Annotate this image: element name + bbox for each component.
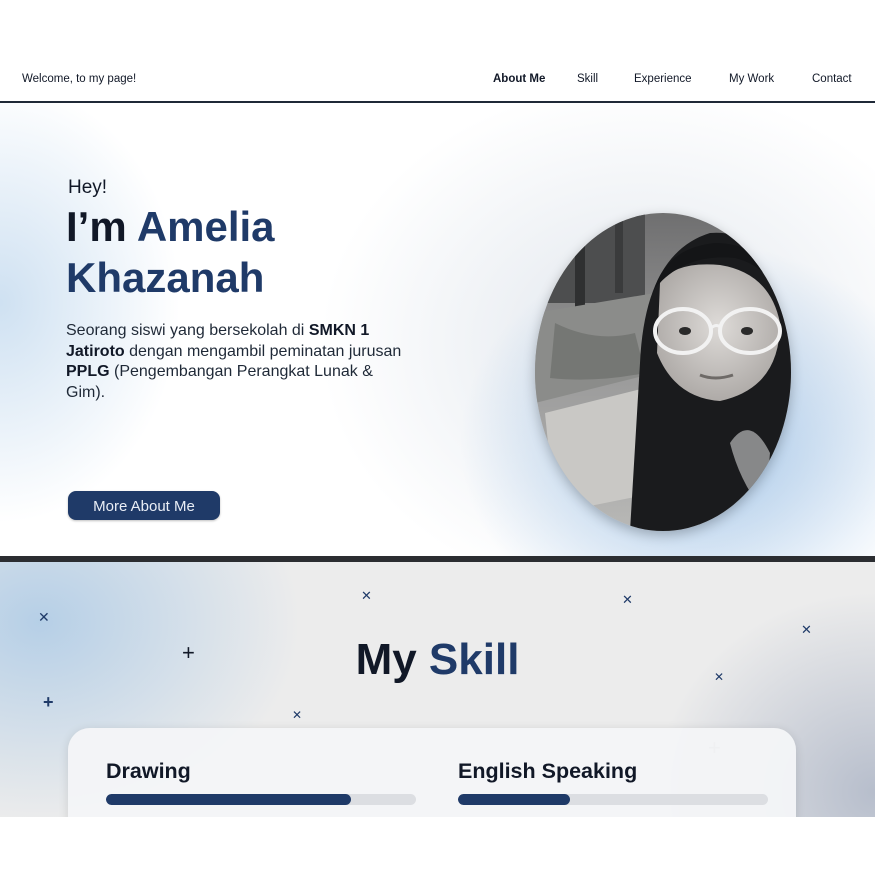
skills-card: Drawing English Speaking [68,728,796,817]
skill-progress-fill [458,794,570,805]
hero-description: Seorang siswi yang bersekolah di SMKN 1 … [66,321,411,403]
nav-link-my-work[interactable]: My Work [729,73,774,85]
top-navbar: Welcome, to my page! About Me Skill Expe… [0,58,875,103]
sparkle-icon: ✕ [38,609,50,625]
skill-progress-fill [106,794,351,805]
nav-link-experience[interactable]: Experience [634,73,692,85]
desc-text-3: (Pengembangan Perangkat Lunak & Gim). [66,363,373,401]
hero-title-prefix: I’m [66,203,127,250]
skill-title-prefix: My [355,635,417,684]
hero-name-first: Amelia [136,203,275,250]
more-about-me-button[interactable]: More About Me [68,491,220,520]
skill-title: My Skill [0,634,875,686]
desc-text-2: dengan mengambil peminatan jurusan [124,342,402,360]
hero-section: Hey! I’m Amelia Khazanah Seorang siswi ya… [0,103,875,556]
nav-link-about-me[interactable]: About Me [493,73,545,85]
sparkle-icon: ✕ [292,708,303,722]
skill-progress-track [106,794,416,805]
skill-label: English Speaking [458,759,638,783]
skill-item: Drawing [106,758,416,805]
plus-sparkle-icon: + [43,692,54,712]
sparkle-icon: ✕ [361,588,372,603]
skill-progress-track [458,794,768,805]
sparkle-icon: ✕ [622,592,633,607]
skill-label: Drawing [106,759,191,783]
desc-major: PPLG [66,363,110,380]
desc-text-1: Seorang siswi yang bersekolah di [66,322,309,339]
skill-section: ✕ ✕ ✕ ✕ ✕ ✕ + + + My Skill Drawing Engli… [0,562,875,817]
page: Welcome, to my page! About Me Skill Expe… [0,58,875,817]
skill-item: English Speaking [458,758,768,805]
profile-photo [535,213,791,531]
hero-name-last: Khazanah [66,254,265,301]
nav-menu: About Me Skill Experience My Work Contac… [0,73,875,89]
skill-title-highlight: Skill [428,635,520,684]
nav-link-skill[interactable]: Skill [577,73,598,85]
nav-link-contact[interactable]: Contact [812,73,852,85]
hero-title: I’m Amelia Khazanah [66,201,406,303]
hero-greeting: Hey! [68,177,108,198]
profile-photo-illustration [535,213,791,531]
